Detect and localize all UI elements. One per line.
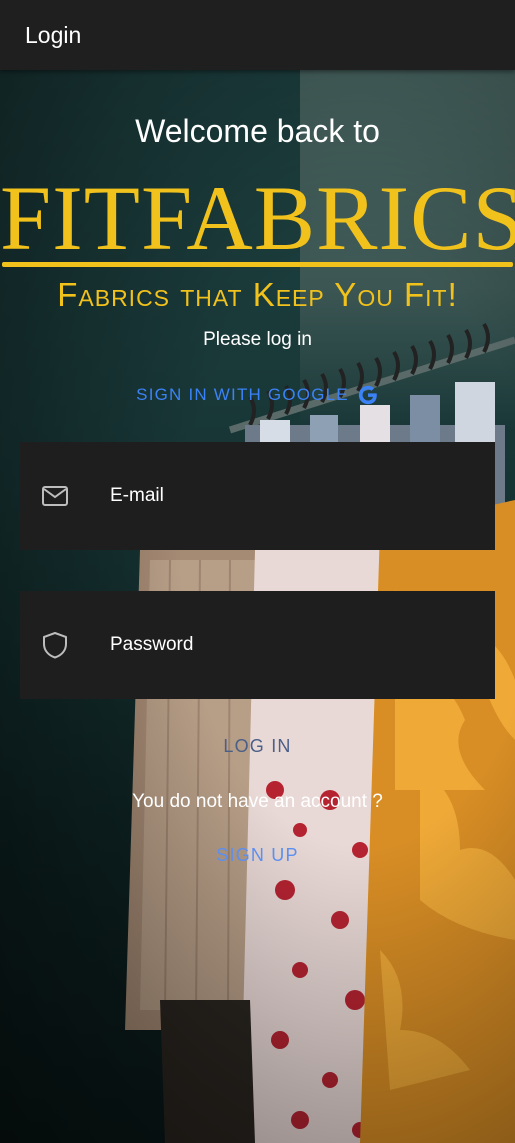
password-field[interactable]: [20, 591, 495, 699]
shield-icon: [43, 632, 67, 659]
brand-tagline: Fabrics that Keep You Fit!: [57, 276, 458, 313]
google-sign-in-button[interactable]: SIGN IN WITH GOOGLE: [0, 380, 515, 410]
google-sign-in-label: SIGN IN WITH GOOGLE: [136, 385, 349, 404]
email-input[interactable]: [110, 442, 480, 550]
login-screen: Login Welcome back to FITFABRICS Fabrics…: [0, 0, 515, 1143]
welcome-heading: Welcome back to: [135, 113, 380, 149]
password-input[interactable]: [110, 591, 480, 699]
email-field[interactable]: [20, 442, 495, 550]
no-account-text: You do not have an account ?: [132, 791, 383, 812]
login-button[interactable]: LOG IN: [0, 736, 515, 757]
brand-name: FITFABRICS: [0, 167, 515, 269]
sign-up-button[interactable]: SIGN UP: [0, 845, 515, 866]
login-prompt: Please log in: [203, 329, 312, 350]
google-icon: [358, 385, 377, 405]
mail-icon: [42, 486, 68, 506]
brand-divider: [2, 262, 513, 267]
app-bar: Login: [0, 0, 515, 70]
app-bar-title: Login: [25, 21, 82, 48]
